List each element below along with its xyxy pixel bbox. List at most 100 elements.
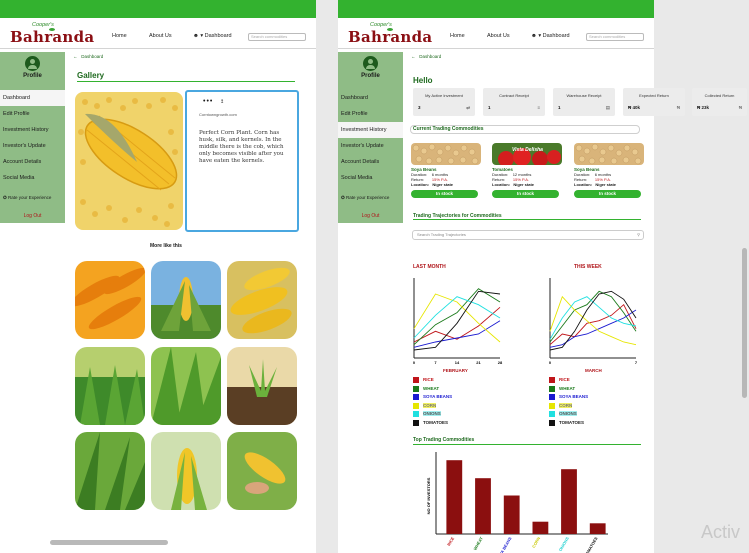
- sidebar-item-edit-profile[interactable]: Edit Profile: [0, 106, 65, 122]
- gallery-thumb[interactable]: [75, 261, 145, 339]
- sidebar-item-account-details[interactable]: Account Details: [0, 154, 65, 170]
- search-input[interactable]: Search commodities: [586, 33, 644, 41]
- stat-label: Collected Return: [704, 93, 735, 98]
- in-stock-button[interactable]: In stock: [574, 190, 641, 198]
- gallery-thumb[interactable]: [75, 347, 145, 425]
- series-line-tomatoes: [549, 290, 637, 351]
- x-tick-label: ONIONS: [558, 536, 570, 552]
- sidebar-item-dashboard[interactable]: Dashboard: [338, 90, 403, 106]
- location-value: Niger state: [595, 182, 617, 187]
- top-commodities-title: Top Trading Commodities: [413, 437, 475, 443]
- back-arrow-icon[interactable]: ←: [73, 54, 78, 59]
- title-underline: [77, 81, 295, 82]
- commodity-card-soya-beans[interactable]: Soya Beans Duration: 6 months Return: 15…: [411, 143, 481, 198]
- stat-warehouse-receipt[interactable]: Warehouse Receipt 1 ▤: [553, 88, 615, 116]
- nav-home[interactable]: Home: [112, 33, 127, 39]
- series-line-tomatoes: [413, 290, 501, 351]
- back-arrow-icon[interactable]: ←: [411, 54, 416, 59]
- x-tick-label: RICE: [446, 536, 455, 547]
- search-icon[interactable]: ⚲: [637, 231, 640, 239]
- gallery-thumb[interactable]: [227, 432, 297, 510]
- gallery-thumb[interactable]: [227, 347, 297, 425]
- commodity-card-tomatoes[interactable]: Vista Delisha Tomatoes Duration: 12 mont…: [492, 143, 562, 198]
- legend-item: ONIONS: [549, 411, 588, 420]
- commodity-card-soya-beans[interactable]: Soya Beans Duration: 6 months Return: 15…: [574, 143, 644, 198]
- gallery-thumb[interactable]: [151, 261, 221, 339]
- gallery-thumb[interactable]: [151, 432, 221, 510]
- profile-avatar-icon[interactable]: [363, 56, 378, 71]
- bar-chart-top-commodities: NO OF INVESTORS RICE WHEAT SOYA BEANS CORN ON…: [426, 452, 608, 553]
- legend-swatch: [549, 419, 555, 426]
- breadcrumb-label: Dashboard: [419, 54, 442, 59]
- trajectories-search-placeholder: Search Trading Trajectories: [417, 232, 466, 237]
- gallery-screen: Cooper's Bahranda Home About Us ☻ ▾ Dash…: [0, 0, 316, 553]
- sidebar-item-investment-history[interactable]: Investment History: [0, 122, 65, 138]
- vertical-scrollbar[interactable]: [742, 248, 747, 398]
- sidebar-item-investment-history[interactable]: Investment History: [338, 122, 403, 138]
- sidebar-item-edit-profile[interactable]: Edit Profile: [338, 106, 403, 122]
- source-link[interactable]: Corntowngrowth.com: [199, 112, 237, 117]
- nav-dashboard[interactable]: ☻ ▾ Dashboard: [193, 33, 232, 39]
- swap-icon: ⇄: [466, 105, 470, 110]
- stat-collected-return[interactable]: Collected Return ₦ 23k ₦: [692, 88, 747, 116]
- profile-label: Profile: [361, 73, 380, 79]
- gallery-thumb[interactable]: [151, 347, 221, 425]
- nav-about[interactable]: About Us: [149, 33, 172, 39]
- bar-onions: [561, 469, 577, 534]
- x-tick-label: SOYA BEANS: [495, 536, 512, 553]
- in-stock-button[interactable]: In stock: [411, 190, 478, 198]
- legend-label: TOMATOES: [423, 419, 449, 425]
- rate-experience-link[interactable]: ✪ Rate your Experience: [338, 195, 403, 201]
- march-label: MARCH: [585, 368, 602, 373]
- user-circle-icon: ☻: [531, 33, 537, 39]
- stat-value: 1: [558, 105, 561, 110]
- line-chart-last-month: 0 7 14 21 28: [413, 278, 503, 365]
- breadcrumb[interactable]: ← Dashboard: [73, 54, 103, 59]
- search-input[interactable]: Search commodities: [248, 33, 306, 41]
- x-tick-label: 7: [635, 360, 638, 365]
- legend-swatch: [549, 385, 555, 392]
- legend-label: TOMATOES: [559, 419, 585, 425]
- stat-label: My Active Investment: [425, 93, 463, 98]
- legend-swatch: [413, 402, 419, 409]
- logout-button[interactable]: Log Out: [338, 213, 403, 219]
- brand-logo[interactable]: Cooper's Bahranda: [10, 22, 94, 46]
- gallery-thumb[interactable]: [75, 432, 145, 510]
- x-tick-label: CORN: [531, 536, 541, 549]
- legend-label: RICE: [423, 377, 434, 382]
- breadcrumb[interactable]: ← Dashboard: [411, 54, 441, 59]
- stat-active-investment[interactable]: My Active Investment 3 ⇄: [413, 88, 475, 116]
- stat-value: 3: [418, 105, 421, 110]
- sidebar-item-investors-update[interactable]: Investor's Update: [0, 138, 65, 154]
- stat-expected-return[interactable]: Expected Return ₦ 40k ₦: [623, 88, 685, 116]
- receipt-icon: ≡: [537, 105, 540, 110]
- profile-avatar-icon[interactable]: [25, 56, 40, 71]
- nav-dashboard[interactable]: ☻ ▾ Dashboard: [531, 33, 570, 39]
- rate-experience-link[interactable]: ✪ Rate your Experience: [0, 195, 65, 201]
- bar-corn: [532, 521, 549, 534]
- user-circle-icon: ☻: [193, 33, 199, 39]
- nav-home[interactable]: Home: [450, 33, 465, 39]
- featured-corn-image[interactable]: [75, 92, 183, 230]
- sidebar-item-social-media[interactable]: Social Media: [338, 170, 403, 186]
- more-options-icon[interactable]: •••: [203, 98, 213, 105]
- star-circle-icon: ✪: [341, 195, 345, 200]
- horizontal-scrollbar[interactable]: [50, 540, 168, 545]
- location-label: Location:: [492, 182, 510, 187]
- logout-button[interactable]: Log Out: [0, 213, 65, 219]
- sidebar-item-account-details[interactable]: Account Details: [338, 154, 403, 170]
- warehouse-icon: ▤: [605, 105, 610, 110]
- trajectories-search-input[interactable]: Search Trading Trajectories ⚲: [412, 230, 644, 240]
- sidebar-item-social-media[interactable]: Social Media: [0, 170, 65, 186]
- this-week-label: THIS WEEK: [574, 264, 602, 270]
- stat-contract-receipt[interactable]: Contract Receipt 1 ≡: [483, 88, 545, 116]
- sidebar-item-dashboard[interactable]: Dashboard: [0, 90, 65, 106]
- x-tick-label: 0: [549, 360, 552, 365]
- location-label: Location:: [411, 182, 429, 187]
- share-icon[interactable]: ↥: [220, 99, 224, 105]
- brand-logo[interactable]: Cooper's Bahranda: [348, 22, 432, 46]
- gallery-thumb[interactable]: [227, 261, 297, 339]
- nav-about[interactable]: About Us: [487, 33, 510, 39]
- sidebar-item-investors-update[interactable]: Investor's Update: [338, 138, 403, 154]
- in-stock-button[interactable]: In stock: [492, 190, 559, 198]
